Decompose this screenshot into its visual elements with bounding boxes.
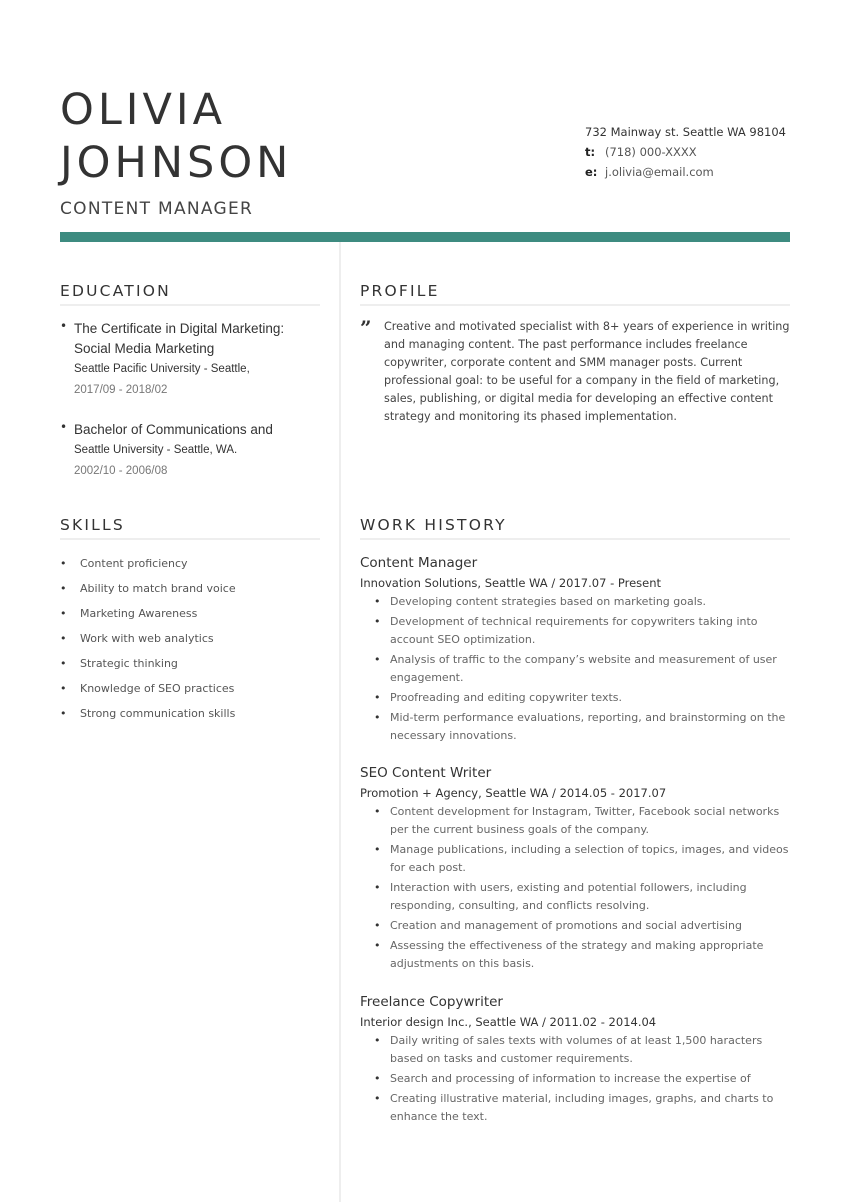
duty-item: Manage publications, including a selecti…	[374, 841, 792, 877]
profile-rule	[360, 304, 790, 306]
last-name: JOHNSON	[60, 138, 293, 188]
skills-heading: SKILLS	[60, 516, 125, 534]
job-company-dates: Promotion + Agency, Seattle WA / 2014.05…	[360, 786, 667, 800]
education-heading: EDUCATION	[60, 282, 171, 300]
job-position: Content Manager	[360, 555, 478, 571]
dates: 2017/09 - 2018/02	[74, 384, 168, 396]
bullet-icon: •	[60, 420, 68, 434]
skill-item: Knowledge of SEO practices	[60, 676, 320, 701]
skills-list: Content proficiency Ability to match bra…	[60, 551, 320, 726]
candidate-name: OLIVIA JOHNSON	[60, 84, 292, 190]
contact-info: 732 Mainway st. Seattle WA 98104 t: (718)…	[585, 122, 786, 182]
profile-summary: Creative and motivated specialist with 8…	[384, 320, 790, 423]
duty-item: Proofreading and editing copywriter text…	[374, 689, 792, 707]
email-value[interactable]: j.olivia@email.com	[605, 165, 714, 179]
duty-item: Mid-term performance evaluations, report…	[374, 709, 792, 745]
job-title: CONTENT MANAGER	[60, 199, 254, 219]
dates: 2002/10 - 2006/08	[74, 465, 168, 477]
job-duties: Content development for Instagram, Twitt…	[374, 803, 792, 973]
quote-icon: ”	[360, 316, 372, 340]
profile-heading: PROFILE	[360, 282, 440, 300]
skill-item: Ability to match brand voice	[60, 576, 320, 601]
job-position: SEO Content Writer	[360, 765, 492, 781]
duty-item: Developing content strategies based on m…	[374, 593, 792, 611]
skills-rule	[60, 538, 320, 540]
education-rule	[60, 304, 320, 306]
education-item: • The Certificate in Digital Marketing: …	[60, 319, 320, 400]
accent-bar	[60, 232, 790, 242]
duty-item: Assessing the effectiveness of the strat…	[374, 937, 792, 973]
duty-item: Analysis of traffic to the company’s web…	[374, 651, 792, 687]
email-label: e:	[585, 165, 598, 179]
duty-item: Content development for Instagram, Twitt…	[374, 803, 792, 839]
degree: The Certificate in Digital Marketing: So…	[74, 321, 285, 356]
phone-label: t:	[585, 145, 596, 159]
column-divider	[339, 242, 341, 1202]
job-duties: Daily writing of sales texts with volume…	[374, 1032, 792, 1126]
skill-item: Content proficiency	[60, 551, 320, 576]
school: Seattle University - Seattle, WA.	[74, 444, 238, 456]
duty-item: Creation and management of promotions an…	[374, 917, 792, 935]
work-history-rule	[360, 538, 790, 540]
skill-item: Strategic thinking	[60, 651, 320, 676]
job-duties: Developing content strategies based on m…	[374, 593, 792, 745]
job-entry: Content Manager Innovation Solutions, Se…	[360, 553, 792, 747]
degree: Bachelor of Communications and	[74, 422, 273, 437]
address: 732 Mainway st. Seattle WA 98104	[585, 125, 786, 139]
duty-item: Development of technical requirements fo…	[374, 613, 792, 649]
phone-row: t: (718) 000-XXXX	[585, 142, 786, 162]
job-entry: SEO Content Writer Promotion + Agency, S…	[360, 763, 792, 975]
duty-item: Search and processing of information to …	[374, 1070, 792, 1088]
job-entry: Freelance Copywriter Interior design Inc…	[360, 992, 792, 1128]
skill-item: Strong communication skills	[60, 701, 320, 726]
job-company-dates: Innovation Solutions, Seattle WA / 2017.…	[360, 576, 662, 590]
email-row: e: j.olivia@email.com	[585, 162, 786, 182]
duty-item: Creating illustrative material, includin…	[374, 1090, 792, 1126]
bullet-icon: •	[60, 319, 68, 333]
work-history-heading: WORK HISTORY	[360, 516, 507, 534]
duty-item: Daily writing of sales texts with volume…	[374, 1032, 792, 1068]
education-item: • Bachelor of Communications and Seattle…	[60, 420, 320, 481]
duty-item: Interaction with users, existing and pot…	[374, 879, 792, 915]
phone-value: (718) 000-XXXX	[605, 145, 697, 159]
skill-item: Marketing Awareness	[60, 601, 320, 626]
first-name: OLIVIA	[60, 85, 226, 135]
job-position: Freelance Copywriter	[360, 994, 503, 1010]
job-company-dates: Interior design Inc., Seattle WA / 2011.…	[360, 1015, 657, 1029]
school: Seattle Pacific University - Seattle,	[74, 363, 250, 375]
skill-item: Work with web analytics	[60, 626, 320, 651]
